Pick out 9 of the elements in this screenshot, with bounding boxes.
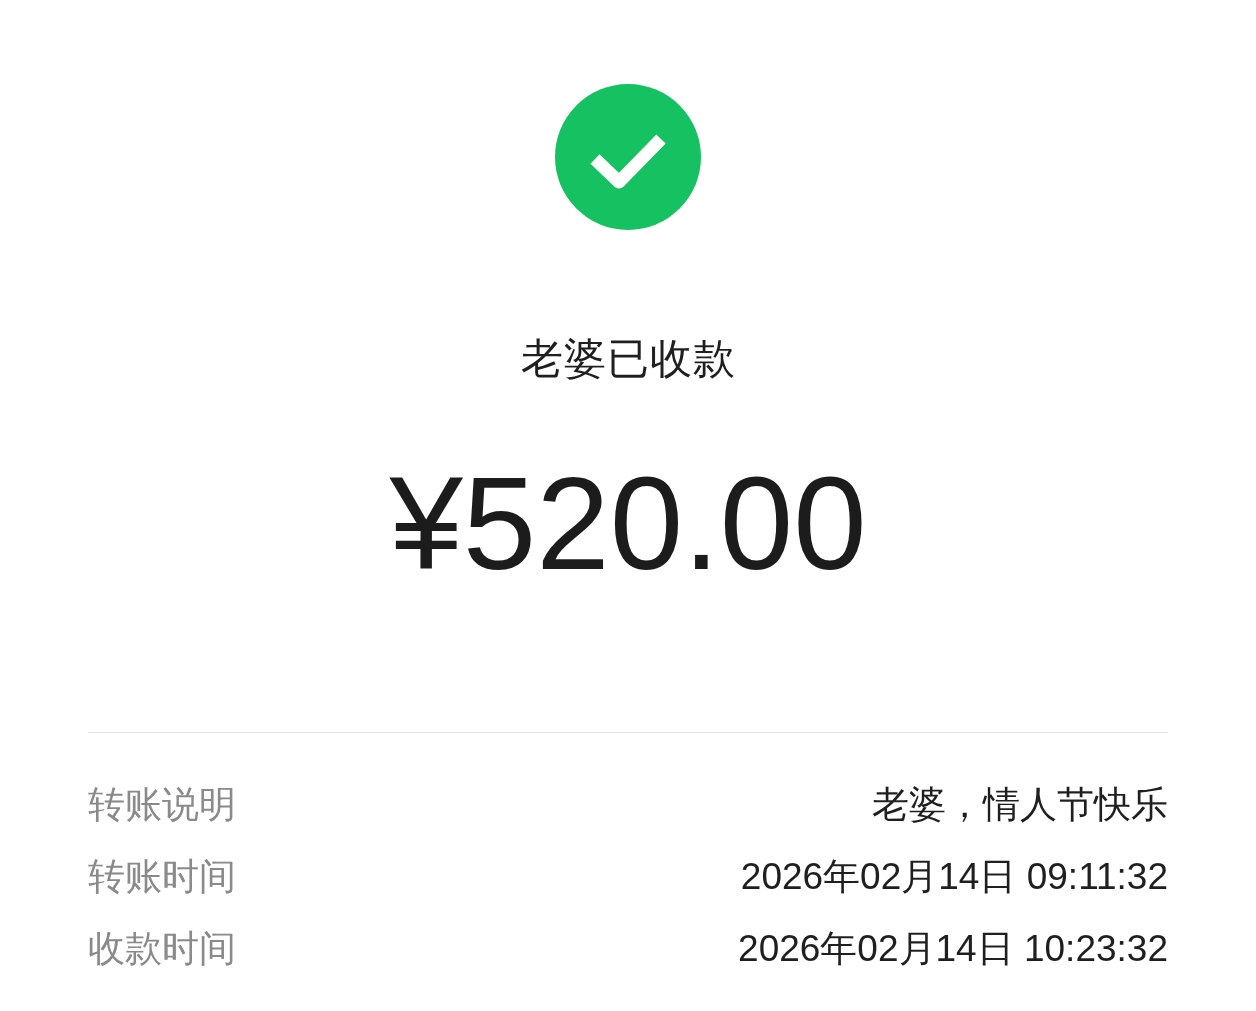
detail-value: 2026年02月14日 10:23:32 (738, 927, 1168, 971)
detail-label: 转账时间 (88, 855, 236, 899)
amount-text: ¥520.00 (389, 458, 867, 590)
detail-value: 2026年02月14日 09:11:32 (740, 855, 1168, 899)
success-check-icon (555, 84, 701, 230)
detail-value: 老婆，情人节快乐 (872, 783, 1168, 827)
detail-label: 转账说明 (88, 783, 236, 827)
payment-status-title: 老婆已收款 (520, 338, 736, 380)
detail-label: 收款时间 (88, 927, 236, 971)
